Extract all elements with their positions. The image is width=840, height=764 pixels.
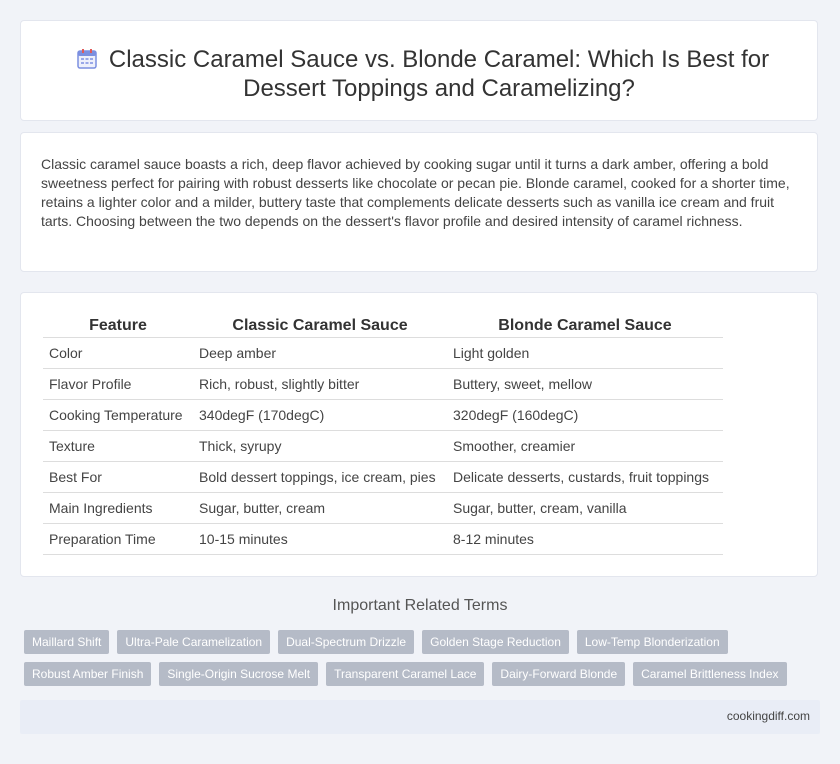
header-feature: Feature (43, 313, 193, 338)
blonde-cell: 8-12 minutes (447, 523, 723, 555)
feature-cell: Best For (43, 461, 193, 493)
classic-cell: 10-15 minutes (193, 523, 447, 555)
table-row: Texture Thick, syrupy Smoother, creamier (43, 430, 723, 462)
comparison-table: Feature Classic Caramel Sauce Blonde Car… (43, 313, 723, 555)
intro-paragraph: Classic caramel sauce boasts a rich, dee… (41, 156, 790, 229)
footer-site-link[interactable]: cookingdiff.com (727, 709, 810, 723)
related-tag[interactable]: Dual-Spectrum Drizzle (278, 630, 415, 654)
related-tag[interactable]: Caramel Brittleness Index (633, 662, 787, 686)
related-tags-row: Robust Amber Finish Single-Origin Sucrose… (24, 662, 824, 686)
classic-cell: Sugar, butter, cream (193, 492, 447, 524)
table-row: Cooking Temperature 340degF (170degC) 32… (43, 399, 723, 431)
table-row: Main Ingredients Sugar, butter, cream Su… (43, 492, 723, 524)
related-tag[interactable]: Golden Stage Reduction (422, 630, 569, 654)
related-tag[interactable]: Dairy-Forward Blonde (492, 662, 626, 686)
table-row: Color Deep amber Light golden (43, 337, 723, 369)
related-tag[interactable]: Low-Temp Blonderization (576, 630, 728, 654)
classic-cell: Bold dessert toppings, ice cream, pies (193, 461, 447, 493)
related-tags-row: Maillard Shift Ultra-Pale Caramelization D… (24, 630, 824, 654)
related-tag[interactable]: Ultra-Pale Caramelization (117, 630, 271, 654)
feature-cell: Flavor Profile (43, 368, 193, 400)
blonde-cell: Light golden (447, 337, 723, 369)
classic-cell: Thick, syrupy (193, 430, 447, 462)
calendar-icon (77, 49, 97, 69)
related-tag[interactable]: Transparent Caramel Lace (326, 662, 485, 686)
header-classic: Classic Caramel Sauce (193, 313, 447, 338)
header-blonde: Blonde Caramel Sauce (447, 313, 723, 338)
table-row: Flavor Profile Rich, robust, slightly bi… (43, 368, 723, 400)
blonde-cell: Sugar, butter, cream, vanilla (447, 492, 723, 524)
feature-cell: Preparation Time (43, 523, 193, 555)
blonde-cell: Delicate desserts, custards, fruit toppi… (447, 461, 723, 493)
blonde-cell: 320degF (160degC) (447, 399, 723, 431)
classic-cell: 340degF (170degC) (193, 399, 447, 431)
blonde-cell: Smoother, creamier (447, 430, 723, 462)
related-tag[interactable]: Maillard Shift (24, 630, 110, 654)
comparison-card: Feature Classic Caramel Sauce Blonde Car… (20, 292, 818, 577)
related-terms-title: Important Related Terms (332, 597, 508, 614)
footer: cookingdiff.com (20, 700, 820, 734)
classic-cell: Rich, robust, slightly bitter (193, 368, 447, 400)
title-card: Classic Caramel Sauce vs. Blonde Caramel… (20, 20, 818, 121)
intro-card: Classic caramel sauce boasts a rich, dee… (20, 132, 818, 272)
related-tag[interactable]: Robust Amber Finish (24, 662, 152, 686)
feature-cell: Texture (43, 430, 193, 462)
classic-cell: Deep amber (193, 337, 447, 369)
related-tag[interactable]: Single-Origin Sucrose Melt (159, 662, 319, 686)
feature-cell: Cooking Temperature (43, 399, 193, 431)
table-header-row: Feature Classic Caramel Sauce Blonde Car… (43, 313, 723, 338)
table-row: Best For Bold dessert toppings, ice crea… (43, 461, 723, 493)
table-row: Preparation Time 10-15 minutes 8-12 minu… (43, 523, 723, 555)
page-title: Classic Caramel Sauce vs. Blonde Caramel… (108, 46, 770, 102)
feature-cell: Main Ingredients (43, 492, 193, 524)
blonde-cell: Buttery, sweet, mellow (447, 368, 723, 400)
feature-cell: Color (43, 337, 193, 369)
